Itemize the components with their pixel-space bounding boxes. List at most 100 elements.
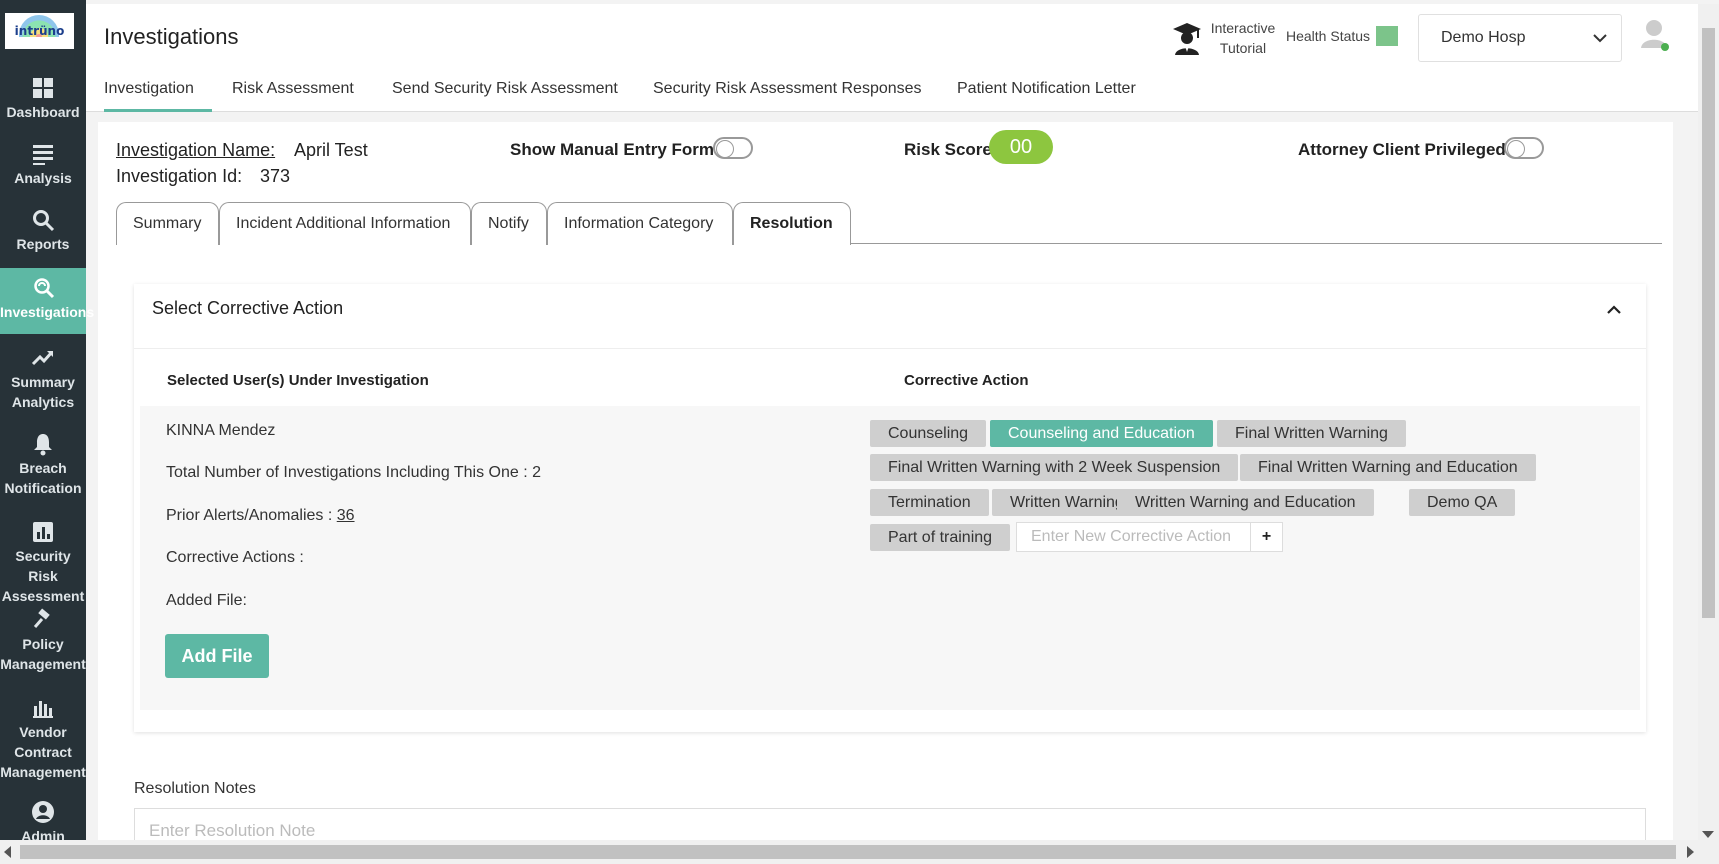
- tab-patient-notification-letter[interactable]: Patient Notification Letter: [957, 80, 1136, 112]
- graduate-icon: [1173, 23, 1201, 55]
- tab-investigation[interactable]: Investigation: [104, 80, 212, 112]
- sidebar-item-label: Breach Notification: [4, 460, 82, 496]
- chip-final-written-warning-education[interactable]: Final Written Warning and Education: [1240, 454, 1536, 481]
- manual-entry-label: Show Manual Entry Form: [510, 140, 715, 159]
- list-icon: [31, 142, 55, 166]
- sidebar-item-analysis[interactable]: Analysis: [0, 142, 86, 192]
- tab-information-category[interactable]: Information Category: [547, 202, 733, 245]
- user-name: KINNA Mendez: [166, 422, 276, 439]
- tab-label: Send Security Risk Assessment: [392, 80, 618, 97]
- page-title: Investigations: [104, 24, 239, 49]
- user-avatar[interactable]: [1640, 18, 1670, 54]
- user-icon: [1641, 20, 1669, 51]
- bar-chart-icon: [31, 520, 55, 544]
- app-header: Investigations Interactive Tutorial Heal…: [86, 4, 1698, 72]
- bar-chart-icon: [31, 696, 55, 720]
- tab-label: Incident Additional Information: [236, 215, 451, 232]
- chip-written-warning-education[interactable]: Written Warning and Education: [1117, 489, 1374, 516]
- sidebar-item-summary-analytics[interactable]: Summary Analytics: [0, 346, 86, 412]
- sidebar-item-label: Summary Analytics: [11, 374, 75, 410]
- sidebar-item-vendor-contract-management[interactable]: Vendor Contract Management: [0, 696, 86, 782]
- tab-notify[interactable]: Notify: [471, 202, 547, 245]
- tab-risk-assessment[interactable]: Risk Assessment: [232, 80, 354, 112]
- sidebar-item-dashboard[interactable]: Dashboard: [0, 76, 86, 126]
- chip-final-written-warning-suspension[interactable]: Final Written Warning with 2 Week Suspen…: [870, 454, 1239, 481]
- search-icon: [31, 208, 55, 232]
- investigate-icon: [31, 276, 55, 300]
- trend-icon: [31, 346, 55, 370]
- divider: [134, 348, 1646, 349]
- vertical-scrollbar[interactable]: [1698, 4, 1719, 840]
- add-corrective-action-button[interactable]: +: [1250, 522, 1283, 552]
- tab-label: Patient Notification Letter: [957, 80, 1136, 97]
- tab-label: Summary: [133, 215, 202, 232]
- investigation-id-value: 373: [260, 166, 291, 186]
- investigation-name-value: April Test: [294, 140, 368, 160]
- tab-label: Security Risk Assessment Responses: [653, 80, 922, 97]
- tab-label: Investigation: [104, 80, 194, 97]
- app-logo[interactable]: intrüno: [5, 13, 74, 49]
- chip-demo-qa[interactable]: Demo QA: [1409, 489, 1516, 516]
- chip-counseling-and-education[interactable]: Counseling and Education: [990, 420, 1213, 447]
- bell-icon: [31, 432, 55, 456]
- health-status: Health Status: [1286, 26, 1399, 46]
- scrollbar-corner: [1698, 840, 1719, 864]
- investigation-id-label: Investigation Id:: [116, 166, 243, 186]
- horizontal-scrollbar[interactable]: [0, 840, 1698, 864]
- top-tabs: Investigation Risk Assessment Send Secur…: [86, 72, 1698, 112]
- gavel-icon: [31, 608, 55, 632]
- attorney-privileged-label: Attorney Client Privileged :: [1298, 140, 1517, 159]
- tab-security-risk-assessment-responses[interactable]: Security Risk Assessment Responses: [653, 80, 922, 112]
- manual-entry-toggle[interactable]: [713, 137, 753, 159]
- horizontal-scroll-thumb[interactable]: [20, 845, 1676, 859]
- user-row: KINNA Mendez Total Number of Investigati…: [140, 406, 1640, 710]
- added-file-label: Added File:: [166, 592, 247, 609]
- new-corrective-action-input[interactable]: Enter New Corrective Action: [1016, 522, 1251, 552]
- sidebar-item-label: Security Risk Assessment: [1, 548, 85, 604]
- tab-incident-additional-information[interactable]: Incident Additional Information: [219, 202, 471, 245]
- chevron-up-icon[interactable]: [1606, 302, 1622, 318]
- hospital-select[interactable]: Demo Hosp: [1418, 14, 1622, 62]
- vertical-scroll-thumb[interactable]: [1702, 28, 1715, 618]
- total-investigations: Total Number of Investigations Including…: [166, 464, 542, 481]
- resolution-notes-label: Resolution Notes: [134, 780, 256, 797]
- health-status-indicator: [1376, 26, 1399, 46]
- sidebar-item-investigations[interactable]: Investigations: [0, 268, 94, 334]
- prior-alerts-link[interactable]: 36: [337, 507, 355, 524]
- chip-final-written-warning[interactable]: Final Written Warning: [1217, 420, 1406, 447]
- tab-summary[interactable]: Summary: [116, 202, 219, 245]
- sidebar-item-reports[interactable]: Reports: [0, 208, 86, 258]
- corrective-actions-label: Corrective Actions :: [166, 549, 304, 566]
- grid-icon: [31, 76, 55, 100]
- chip-part-of-training[interactable]: Part of training: [870, 524, 1011, 551]
- tab-resolution[interactable]: Resolution: [733, 202, 851, 245]
- tutorial-label: Interactive Tutorial: [1210, 20, 1276, 56]
- sidebar-item-security-risk-assessment[interactable]: Security Risk Assessment: [0, 520, 86, 604]
- sidebar-item-admin[interactable]: Admin: [0, 800, 86, 840]
- chevron-down-icon: [1593, 34, 1607, 43]
- prior-alerts-label: Prior Alerts/Anomalies :: [166, 507, 337, 524]
- interactive-tutorial-link[interactable]: Interactive Tutorial: [1172, 18, 1278, 58]
- sidebar-item-breach-notification[interactable]: Breach Notification: [0, 432, 86, 498]
- tab-label: Resolution: [750, 215, 833, 232]
- investigation-card: Investigation Name: April Test Investiga…: [98, 122, 1673, 848]
- add-file-button[interactable]: Add File: [165, 634, 269, 678]
- sidebar: intrüno Dashboard Analysis Reports Inves…: [0, 0, 94, 864]
- risk-score-badge: 00: [989, 130, 1053, 164]
- chip-termination[interactable]: Termination: [870, 489, 989, 516]
- scroll-right-icon[interactable]: [1687, 846, 1694, 858]
- health-status-label: Health Status: [1286, 28, 1371, 44]
- sidebar-item-label: Vendor Contract Management: [0, 724, 86, 780]
- scroll-left-icon[interactable]: [4, 846, 11, 858]
- sidebar-item-label: Analysis: [14, 170, 72, 186]
- tab-send-security-risk-assessment[interactable]: Send Security Risk Assessment: [392, 80, 618, 112]
- panel-title: Select Corrective Action: [152, 298, 344, 318]
- sidebar-item-policy-management[interactable]: Policy Management: [0, 608, 86, 674]
- sidebar-item-label: Policy Management: [0, 636, 86, 672]
- chip-counseling[interactable]: Counseling: [870, 420, 987, 447]
- scroll-down-icon[interactable]: [1702, 831, 1714, 838]
- attorney-privileged-toggle[interactable]: [1504, 137, 1544, 159]
- sub-tabs: Summary Incident Additional Information …: [116, 202, 1662, 245]
- sidebar-item-label: Dashboard: [6, 104, 80, 120]
- user-circle-icon: [31, 800, 55, 824]
